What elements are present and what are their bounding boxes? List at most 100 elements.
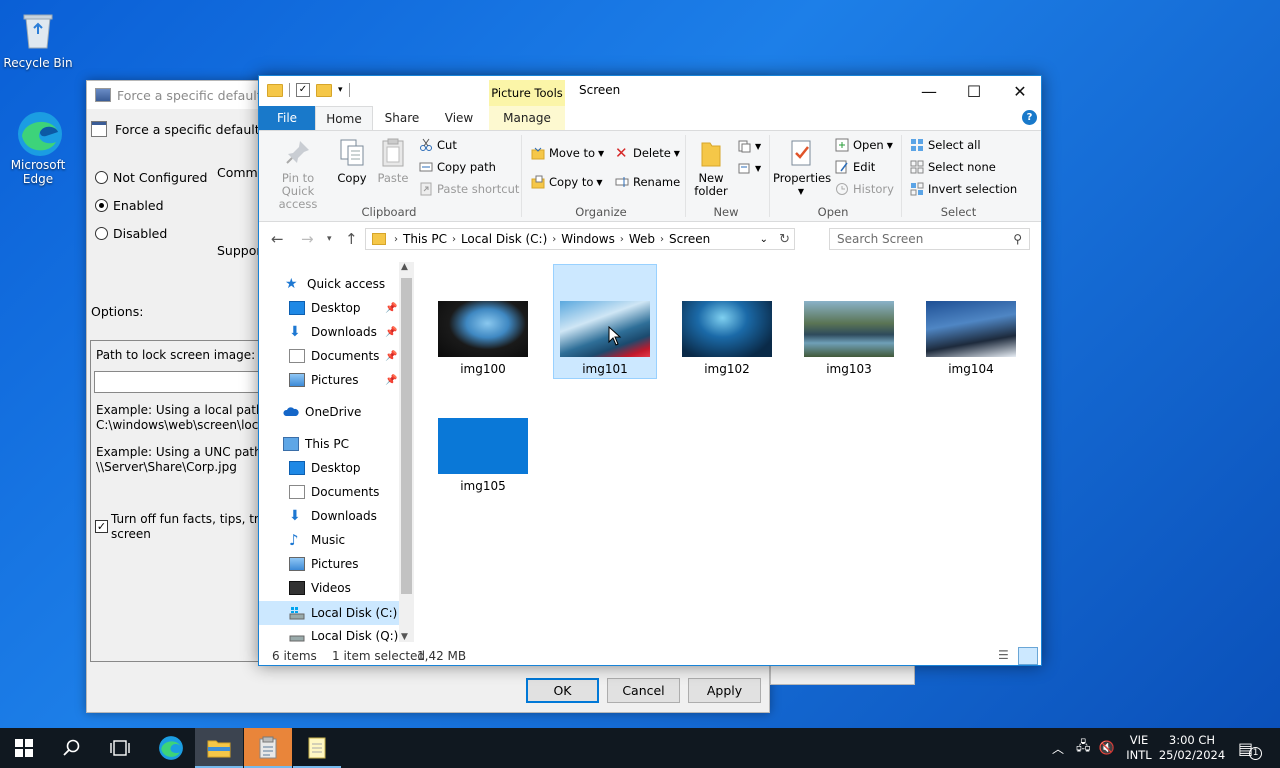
lock-screen-path-input[interactable] xyxy=(94,371,264,393)
breadcrumb-this-pc[interactable]: This PC xyxy=(403,232,447,246)
large-icons-view-icon[interactable] xyxy=(1018,647,1038,665)
copy-path-button[interactable]: Copy path xyxy=(419,160,496,174)
nav-qa-documents[interactable]: Documents xyxy=(289,349,379,363)
new-folder-icon[interactable] xyxy=(316,83,332,97)
tab-share[interactable]: Share xyxy=(373,106,431,130)
desktop-icon-recycle-bin[interactable]: Recycle Bin xyxy=(0,8,76,70)
scrollbar-thumb[interactable] xyxy=(401,278,412,594)
action-center-button[interactable]: ▤ 1 xyxy=(1238,728,1263,768)
breadcrumb-screen[interactable]: Screen xyxy=(669,232,710,246)
taskbar-group-policy[interactable] xyxy=(244,728,292,768)
volume-muted-icon[interactable]: 🔇 xyxy=(1099,741,1115,756)
pin-icon[interactable]: 📌 xyxy=(385,351,397,362)
radio-not-configured[interactable]: Not Configured xyxy=(95,170,207,185)
pin-icon[interactable]: 📌 xyxy=(385,327,397,338)
chevron-down-icon[interactable]: ▾ xyxy=(338,85,343,95)
breadcrumb-local-disk[interactable]: Local Disk (C:) xyxy=(461,232,547,246)
file-item-img101[interactable]: img101 xyxy=(553,264,657,379)
search-input[interactable]: Search Screen ⚲ xyxy=(829,228,1030,250)
desktop-icon-edge[interactable]: Microsoft Edge xyxy=(0,110,76,186)
search-icon[interactable]: ⚲ xyxy=(1013,232,1022,246)
nav-pc-local-disk-c[interactable]: Local Disk (C:) xyxy=(259,601,399,625)
taskbar-notepad[interactable] xyxy=(293,728,341,768)
nav-quick-access[interactable]: ★ Quick access xyxy=(285,277,385,291)
radio-circle[interactable] xyxy=(95,171,108,184)
taskbar-file-explorer[interactable] xyxy=(195,728,243,768)
select-all-button[interactable]: Select all xyxy=(910,138,981,152)
delete-button[interactable]: ✕ Delete ▼ xyxy=(615,146,680,161)
new-item-button[interactable]: ▼ xyxy=(737,139,761,153)
new-folder-button[interactable]: New folder xyxy=(691,137,731,198)
radio-disabled[interactable]: Disabled xyxy=(95,226,167,241)
nav-pc-downloads[interactable]: ⬇ Downloads xyxy=(289,509,377,523)
nav-pc-music[interactable]: ♪ Music xyxy=(289,533,345,548)
copy-button[interactable]: Copy xyxy=(335,137,369,185)
properties-button[interactable]: Properties ▼ xyxy=(773,137,831,198)
pin-icon[interactable]: 📌 xyxy=(385,375,397,386)
copy-to-button[interactable]: Copy to ▼ xyxy=(531,175,603,189)
minimize-icon[interactable]: — xyxy=(906,76,952,106)
pin-to-quick-access-button[interactable]: Pin to Quick access xyxy=(265,137,331,211)
breadcrumb-windows[interactable]: Windows xyxy=(561,232,615,246)
input-language[interactable]: VIE INTL xyxy=(1126,728,1152,768)
easy-access-button[interactable]: ▼ xyxy=(737,161,761,175)
nav-qa-downloads[interactable]: ⬇ Downloads xyxy=(289,325,377,339)
task-view-button[interactable] xyxy=(96,728,144,768)
file-item-img104[interactable]: img104 xyxy=(919,264,1023,379)
breadcrumb-web[interactable]: Web xyxy=(629,232,655,246)
apply-button[interactable]: Apply xyxy=(688,678,761,703)
maximize-icon[interactable]: ☐ xyxy=(951,76,997,106)
close-icon[interactable]: ✕ xyxy=(997,76,1041,106)
file-item-img100[interactable]: img100 xyxy=(431,264,535,379)
back-arrow-icon[interactable]: ← xyxy=(271,230,284,248)
paste-shortcut-button[interactable]: Paste shortcut xyxy=(419,182,519,196)
cut-button[interactable]: Cut xyxy=(419,138,457,152)
network-icon[interactable]: 🖧 xyxy=(1076,737,1091,759)
file-item-img102[interactable]: img102 xyxy=(675,264,779,379)
scroll-down-icon[interactable]: ▼ xyxy=(401,632,408,642)
radio-circle-checked[interactable] xyxy=(95,199,108,212)
radio-circle[interactable] xyxy=(95,227,108,240)
clock[interactable]: 3:00 CH 25/02/2024 xyxy=(1159,728,1225,768)
tab-manage[interactable]: Manage xyxy=(489,106,565,130)
tab-view[interactable]: View xyxy=(431,106,487,130)
properties-check-icon[interactable]: ✓ xyxy=(296,83,310,97)
chevron-up-icon[interactable]: ︿ xyxy=(1052,740,1064,757)
rename-button[interactable]: Rename xyxy=(615,175,680,189)
nav-pc-videos[interactable]: Videos xyxy=(289,581,351,595)
start-button[interactable] xyxy=(0,728,48,768)
edit-button[interactable]: Edit xyxy=(835,160,875,174)
nav-qa-desktop[interactable]: Desktop xyxy=(289,301,361,315)
tab-file[interactable]: File xyxy=(259,106,315,130)
history-button[interactable]: History xyxy=(835,182,894,196)
move-to-button[interactable]: Move to ▼ xyxy=(531,146,604,160)
radio-enabled[interactable]: Enabled xyxy=(95,198,164,213)
open-button[interactable]: Open ▼ xyxy=(835,138,893,152)
nav-pc-desktop[interactable]: Desktop xyxy=(289,461,361,475)
recent-locations-chevron-icon[interactable]: ▾ xyxy=(327,234,332,244)
select-none-button[interactable]: Select none xyxy=(910,160,996,174)
pin-icon[interactable]: 📌 xyxy=(385,303,397,314)
nav-pc-local-disk-q[interactable]: Local Disk (Q:) xyxy=(289,629,398,643)
invert-selection-button[interactable]: Invert selection xyxy=(910,182,1017,196)
cancel-button[interactable]: Cancel xyxy=(607,678,680,703)
nav-pane-scrollbar[interactable]: ▲ ▼ xyxy=(399,262,414,642)
fun-facts-checkbox[interactable]: ✓ xyxy=(95,520,108,533)
forward-arrow-icon[interactable]: → xyxy=(301,230,314,248)
taskbar-edge[interactable] xyxy=(147,728,195,768)
file-item-img103[interactable]: img103 xyxy=(797,264,901,379)
breadcrumb[interactable]: › This PC › Local Disk (C:) › Windows › … xyxy=(365,228,795,250)
nav-pc-pictures[interactable]: Pictures xyxy=(289,557,359,571)
paste-button[interactable]: Paste xyxy=(375,137,411,185)
search-button[interactable] xyxy=(48,728,96,768)
tab-home[interactable]: Home xyxy=(315,106,373,130)
chevron-down-icon[interactable]: ⌄ xyxy=(760,234,768,245)
nav-onedrive[interactable]: OneDrive xyxy=(283,405,361,419)
up-arrow-icon[interactable]: ↑ xyxy=(345,230,358,248)
help-icon[interactable]: ? xyxy=(1022,110,1037,125)
nav-pc-documents[interactable]: Documents xyxy=(289,485,379,499)
scroll-up-icon[interactable]: ▲ xyxy=(401,262,408,272)
ok-button[interactable]: OK xyxy=(526,678,599,703)
file-item-img105[interactable]: img105 xyxy=(431,381,535,496)
nav-qa-pictures[interactable]: Pictures xyxy=(289,373,359,387)
